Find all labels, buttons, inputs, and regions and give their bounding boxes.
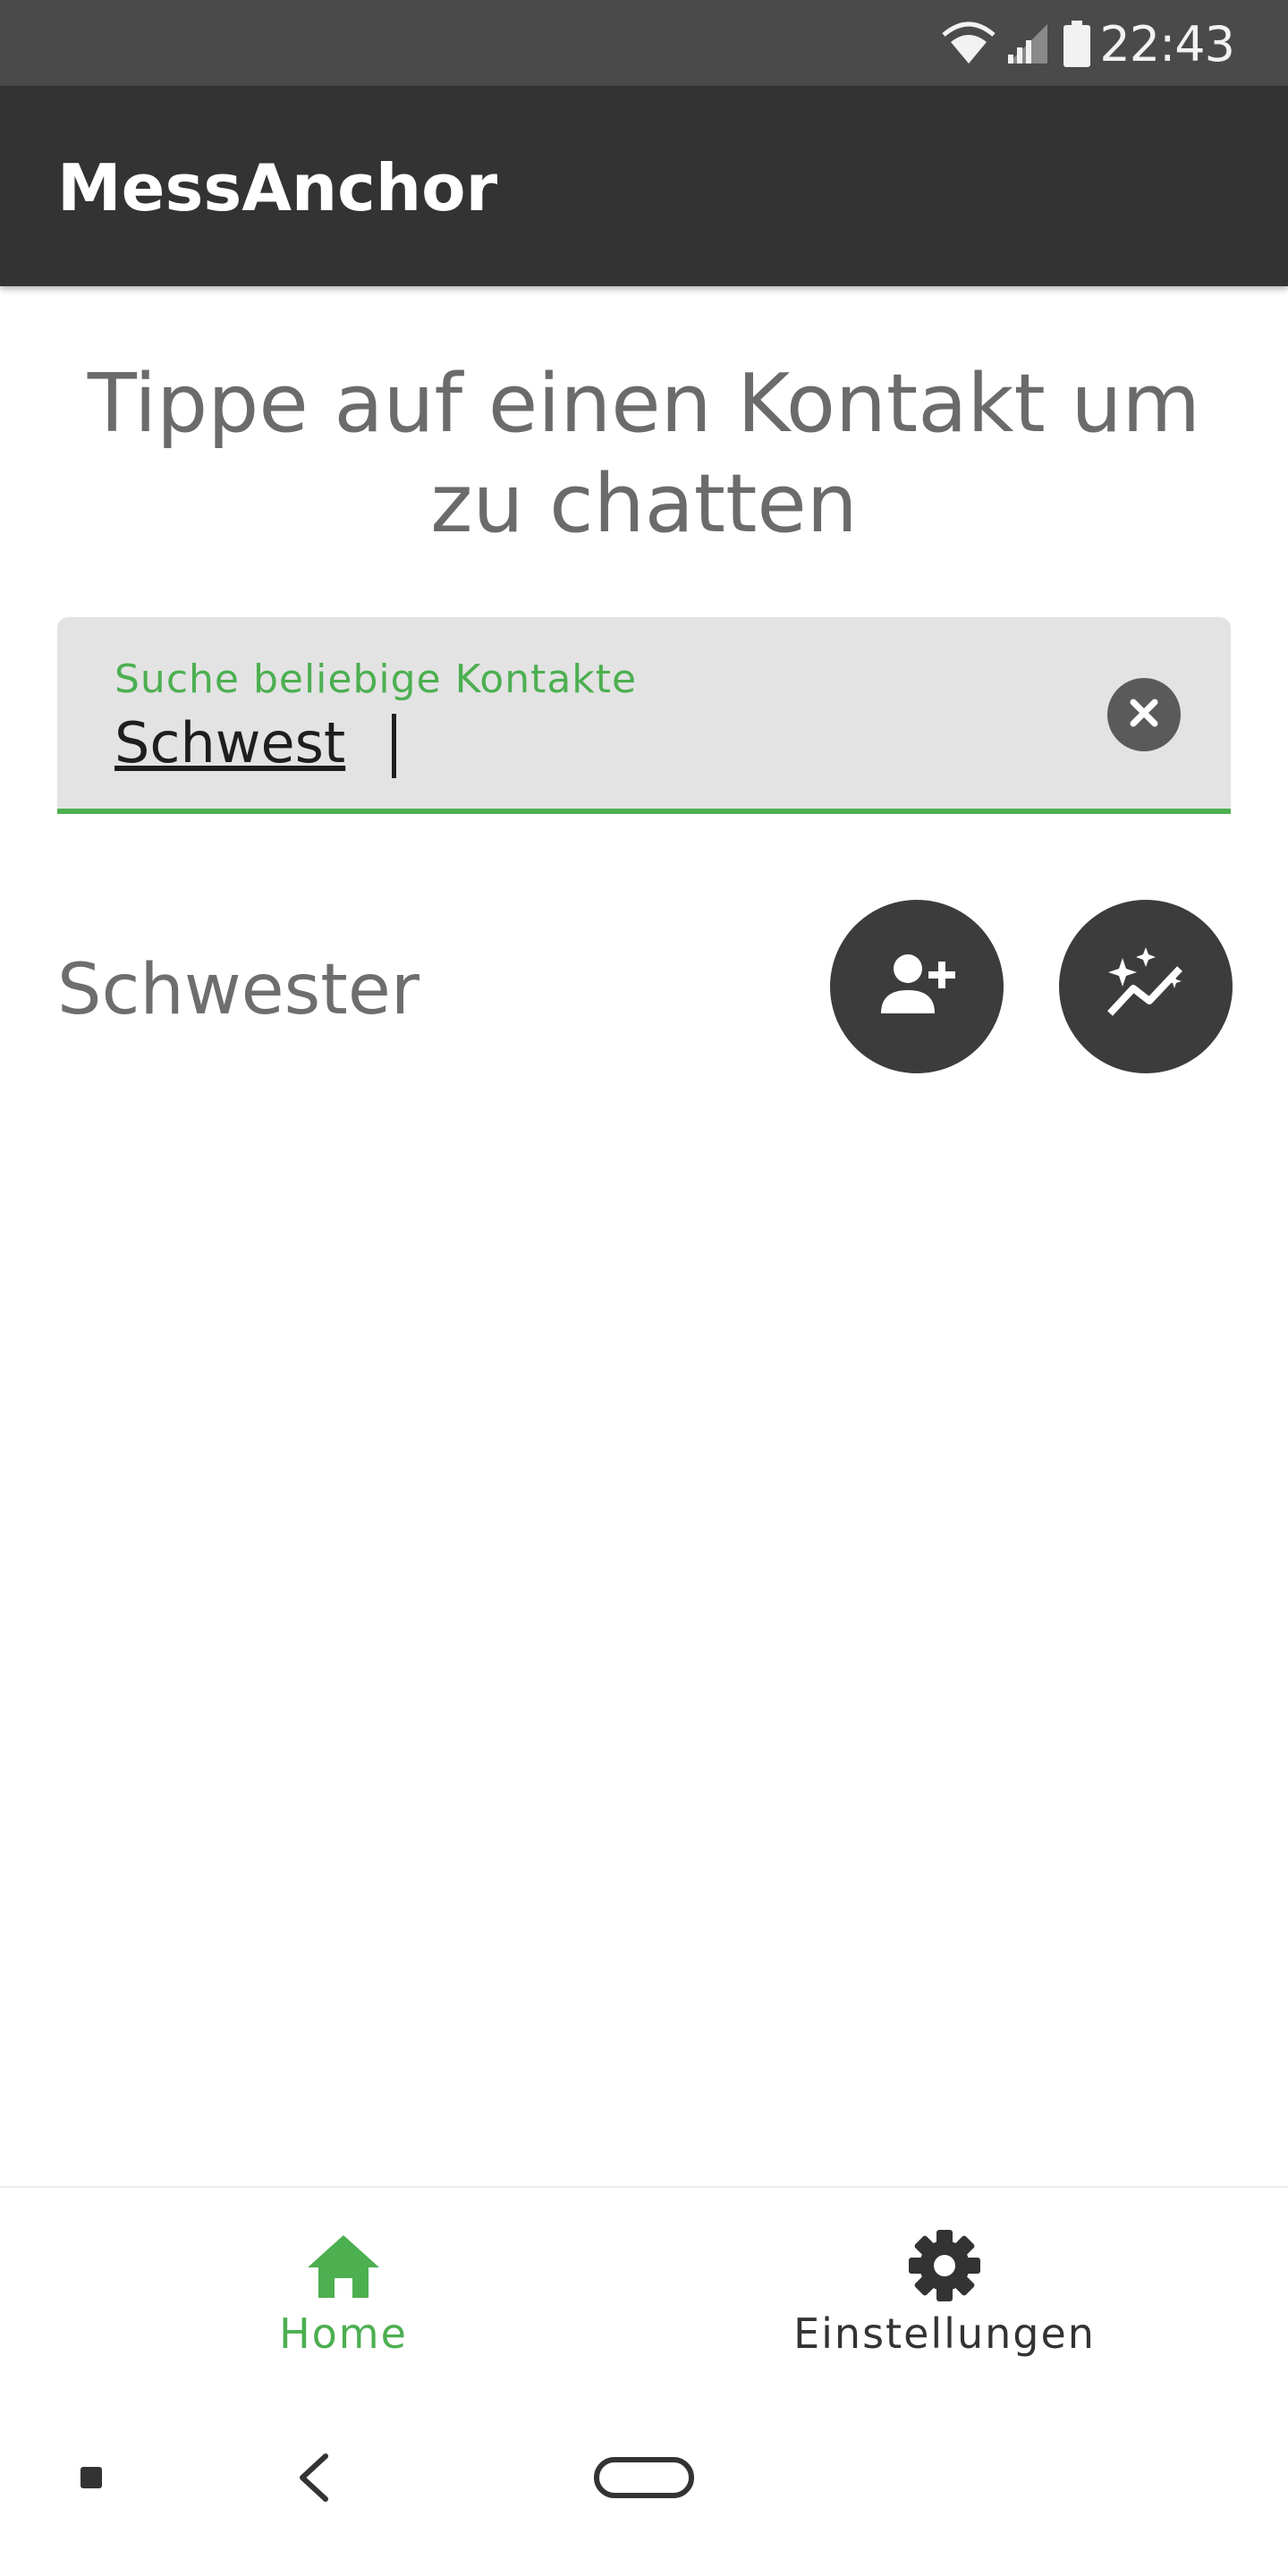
recents-button[interactable] xyxy=(72,2460,111,2499)
home-pill-button[interactable] xyxy=(590,2456,698,2503)
magic-suggest-button[interactable] xyxy=(1059,900,1233,1073)
search-field[interactable]: Suche beliebige Kontakte xyxy=(57,617,1231,814)
nav-home[interactable]: Home xyxy=(21,2188,665,2399)
back-button[interactable] xyxy=(286,2451,340,2508)
back-icon xyxy=(295,2453,331,2506)
clear-search-button[interactable] xyxy=(1107,678,1181,751)
status-bar: 22:43 xyxy=(0,0,1288,86)
contact-list-item[interactable]: Schwester xyxy=(0,900,1288,1075)
status-icons: 22:43 xyxy=(940,13,1235,75)
bottom-navigation: Home Einstellungen xyxy=(0,2186,1288,2399)
recents-icon xyxy=(80,2466,103,2493)
contact-name: Schwester xyxy=(57,950,419,1030)
clear-icon xyxy=(1126,695,1162,734)
gear-icon xyxy=(908,2225,981,2306)
status-time: 22:43 xyxy=(1099,15,1235,72)
add-contact-icon xyxy=(872,949,962,1024)
app-bar: MessAnchor xyxy=(0,86,1288,286)
wifi-icon xyxy=(940,19,997,69)
auto-awesome-trend-icon xyxy=(1103,942,1189,1031)
nav-settings[interactable]: Einstellungen xyxy=(623,2188,1267,2399)
home-pill-icon xyxy=(594,2457,694,2502)
search-label: Suche beliebige Kontakte xyxy=(114,657,638,702)
nav-home-label: Home xyxy=(279,2309,408,2358)
search-input[interactable] xyxy=(114,707,1080,778)
home-icon xyxy=(306,2225,381,2306)
signal-icon xyxy=(1003,19,1053,69)
text-cursor xyxy=(392,714,396,778)
add-contact-button[interactable] xyxy=(830,900,1004,1073)
nav-settings-label: Einstellungen xyxy=(793,2309,1096,2358)
page-heading: Tippe auf einen Kontakt um zu chatten xyxy=(87,357,1201,551)
system-navigation-bar xyxy=(0,2397,1288,2576)
app-title: MessAnchor xyxy=(57,150,498,225)
battery-icon xyxy=(1062,19,1092,69)
